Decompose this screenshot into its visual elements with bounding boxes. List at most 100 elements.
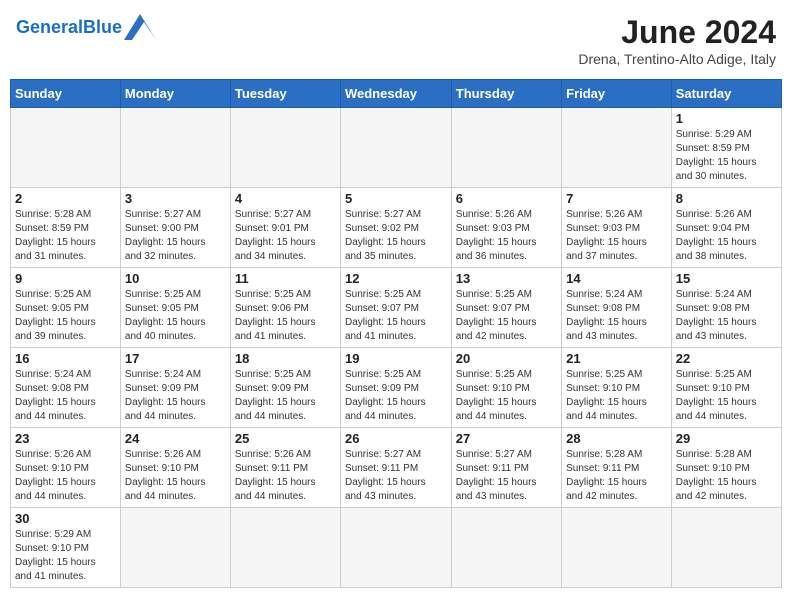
calendar-cell: 28 Sunrise: 5:28 AM Sunset: 9:11 PM Dayli… bbox=[562, 428, 672, 508]
calendar-cell bbox=[562, 508, 672, 588]
day-info: Sunrise: 5:24 AM Sunset: 9:08 PM Dayligh… bbox=[676, 288, 777, 344]
calendar-cell bbox=[562, 108, 672, 188]
calendar-cell: 5 Sunrise: 5:27 AM Sunset: 9:02 PM Daylig… bbox=[340, 188, 451, 268]
calendar-cell: 17Sunrise: 5:24 AM Sunset: 9:09 PM Dayli… bbox=[120, 348, 230, 428]
logo-text: GeneralBlue bbox=[16, 17, 122, 38]
day-number: 24 bbox=[125, 431, 226, 446]
calendar-subtitle: Drena, Trentino-Alto Adige, Italy bbox=[578, 51, 776, 67]
day-number: 18 bbox=[235, 351, 336, 366]
day-info: Sunrise: 5:26 AM Sunset: 9:10 PM Dayligh… bbox=[125, 448, 226, 504]
day-number: 17 bbox=[125, 351, 226, 366]
calendar-cell: 7 Sunrise: 5:26 AM Sunset: 9:03 PM Daylig… bbox=[562, 188, 672, 268]
day-number: 12 bbox=[345, 271, 447, 286]
day-number: 6 bbox=[456, 191, 557, 206]
calendar-week-3: 16Sunrise: 5:24 AM Sunset: 9:08 PM Dayli… bbox=[11, 348, 782, 428]
calendar-week-0: 1 Sunrise: 5:29 AM Sunset: 8:59 PM Daylig… bbox=[11, 108, 782, 188]
day-number: 20 bbox=[456, 351, 557, 366]
title-block: June 2024 Drena, Trentino-Alto Adige, It… bbox=[578, 14, 776, 67]
calendar-cell: 10Sunrise: 5:25 AM Sunset: 9:05 PM Dayli… bbox=[120, 268, 230, 348]
day-number: 3 bbox=[125, 191, 226, 206]
calendar-cell bbox=[120, 108, 230, 188]
calendar-cell bbox=[230, 508, 340, 588]
calendar-cell: 26 Sunrise: 5:27 AM Sunset: 9:11 PM Dayli… bbox=[340, 428, 451, 508]
calendar-cell: 29Sunrise: 5:28 AM Sunset: 9:10 PM Dayli… bbox=[671, 428, 781, 508]
calendar-cell: 23Sunrise: 5:26 AM Sunset: 9:10 PM Dayli… bbox=[11, 428, 121, 508]
calendar-cell: 6 Sunrise: 5:26 AM Sunset: 9:03 PM Daylig… bbox=[451, 188, 561, 268]
calendar-cell bbox=[451, 108, 561, 188]
calendar-cell: 16Sunrise: 5:24 AM Sunset: 9:08 PM Dayli… bbox=[11, 348, 121, 428]
calendar-week-1: 2 Sunrise: 5:28 AM Sunset: 8:59 PM Daylig… bbox=[11, 188, 782, 268]
calendar-cell: 15 Sunrise: 5:24 AM Sunset: 9:08 PM Dayli… bbox=[671, 268, 781, 348]
calendar-table: SundayMondayTuesdayWednesdayThursdayFrid… bbox=[10, 79, 782, 588]
day-info: Sunrise: 5:28 AM Sunset: 9:10 PM Dayligh… bbox=[676, 448, 777, 504]
day-info: Sunrise: 5:25 AM Sunset: 9:10 PM Dayligh… bbox=[566, 368, 667, 424]
day-info: Sunrise: 5:25 AM Sunset: 9:10 PM Dayligh… bbox=[676, 368, 777, 424]
day-info: Sunrise: 5:27 AM Sunset: 9:02 PM Dayligh… bbox=[345, 208, 447, 264]
day-number: 21 bbox=[566, 351, 667, 366]
day-info: Sunrise: 5:25 AM Sunset: 9:05 PM Dayligh… bbox=[15, 288, 116, 344]
logo-icon bbox=[124, 14, 156, 40]
day-number: 13 bbox=[456, 271, 557, 286]
day-number: 27 bbox=[456, 431, 557, 446]
calendar-cell: 22Sunrise: 5:25 AM Sunset: 9:10 PM Dayli… bbox=[671, 348, 781, 428]
day-number: 28 bbox=[566, 431, 667, 446]
calendar-cell: 13Sunrise: 5:25 AM Sunset: 9:07 PM Dayli… bbox=[451, 268, 561, 348]
weekday-header-row: SundayMondayTuesdayWednesdayThursdayFrid… bbox=[11, 80, 782, 108]
day-info: Sunrise: 5:26 AM Sunset: 9:03 PM Dayligh… bbox=[456, 208, 557, 264]
calendar-week-2: 9 Sunrise: 5:25 AM Sunset: 9:05 PM Daylig… bbox=[11, 268, 782, 348]
day-info: Sunrise: 5:29 AM Sunset: 8:59 PM Dayligh… bbox=[676, 128, 777, 184]
day-number: 23 bbox=[15, 431, 116, 446]
weekday-header-sunday: Sunday bbox=[11, 80, 121, 108]
day-info: Sunrise: 5:24 AM Sunset: 9:08 PM Dayligh… bbox=[15, 368, 116, 424]
day-info: Sunrise: 5:29 AM Sunset: 9:10 PM Dayligh… bbox=[15, 528, 116, 584]
day-info: Sunrise: 5:27 AM Sunset: 9:00 PM Dayligh… bbox=[125, 208, 226, 264]
day-number: 9 bbox=[15, 271, 116, 286]
day-info: Sunrise: 5:25 AM Sunset: 9:10 PM Dayligh… bbox=[456, 368, 557, 424]
day-number: 5 bbox=[345, 191, 447, 206]
calendar-cell: 27Sunrise: 5:27 AM Sunset: 9:11 PM Dayli… bbox=[451, 428, 561, 508]
calendar-cell: 3 Sunrise: 5:27 AM Sunset: 9:00 PM Daylig… bbox=[120, 188, 230, 268]
calendar-cell: 11 Sunrise: 5:25 AM Sunset: 9:06 PM Dayli… bbox=[230, 268, 340, 348]
day-number: 4 bbox=[235, 191, 336, 206]
calendar-cell bbox=[451, 508, 561, 588]
calendar-cell: 24 Sunrise: 5:26 AM Sunset: 9:10 PM Dayli… bbox=[120, 428, 230, 508]
day-info: Sunrise: 5:26 AM Sunset: 9:03 PM Dayligh… bbox=[566, 208, 667, 264]
weekday-header-tuesday: Tuesday bbox=[230, 80, 340, 108]
day-info: Sunrise: 5:25 AM Sunset: 9:07 PM Dayligh… bbox=[345, 288, 447, 344]
day-number: 1 bbox=[676, 111, 777, 126]
calendar-cell bbox=[340, 508, 451, 588]
calendar-cell: 30Sunrise: 5:29 AM Sunset: 9:10 PM Dayli… bbox=[11, 508, 121, 588]
day-number: 7 bbox=[566, 191, 667, 206]
day-number: 8 bbox=[676, 191, 777, 206]
day-number: 25 bbox=[235, 431, 336, 446]
day-info: Sunrise: 5:26 AM Sunset: 9:04 PM Dayligh… bbox=[676, 208, 777, 264]
calendar-cell: 14Sunrise: 5:24 AM Sunset: 9:08 PM Dayli… bbox=[562, 268, 672, 348]
day-info: Sunrise: 5:25 AM Sunset: 9:09 PM Dayligh… bbox=[235, 368, 336, 424]
day-info: Sunrise: 5:28 AM Sunset: 8:59 PM Dayligh… bbox=[15, 208, 116, 264]
day-info: Sunrise: 5:24 AM Sunset: 9:08 PM Dayligh… bbox=[566, 288, 667, 344]
calendar-header: GeneralBlue June 2024 Drena, Trentino-Al… bbox=[10, 10, 782, 71]
day-number: 11 bbox=[235, 271, 336, 286]
calendar-cell bbox=[340, 108, 451, 188]
calendar-cell bbox=[11, 108, 121, 188]
day-info: Sunrise: 5:25 AM Sunset: 9:06 PM Dayligh… bbox=[235, 288, 336, 344]
day-number: 15 bbox=[676, 271, 777, 286]
calendar-cell: 12 Sunrise: 5:25 AM Sunset: 9:07 PM Dayli… bbox=[340, 268, 451, 348]
day-number: 26 bbox=[345, 431, 447, 446]
calendar-week-5: 30Sunrise: 5:29 AM Sunset: 9:10 PM Dayli… bbox=[11, 508, 782, 588]
day-info: Sunrise: 5:25 AM Sunset: 9:09 PM Dayligh… bbox=[345, 368, 447, 424]
calendar-cell bbox=[120, 508, 230, 588]
day-number: 19 bbox=[345, 351, 447, 366]
day-info: Sunrise: 5:28 AM Sunset: 9:11 PM Dayligh… bbox=[566, 448, 667, 504]
logo: GeneralBlue bbox=[16, 14, 156, 40]
day-number: 10 bbox=[125, 271, 226, 286]
calendar-cell bbox=[671, 508, 781, 588]
day-info: Sunrise: 5:27 AM Sunset: 9:11 PM Dayligh… bbox=[345, 448, 447, 504]
weekday-header-thursday: Thursday bbox=[451, 80, 561, 108]
weekday-header-wednesday: Wednesday bbox=[340, 80, 451, 108]
weekday-header-friday: Friday bbox=[562, 80, 672, 108]
day-number: 2 bbox=[15, 191, 116, 206]
calendar-cell: 18 Sunrise: 5:25 AM Sunset: 9:09 PM Dayli… bbox=[230, 348, 340, 428]
calendar-cell bbox=[230, 108, 340, 188]
day-info: Sunrise: 5:26 AM Sunset: 9:11 PM Dayligh… bbox=[235, 448, 336, 504]
